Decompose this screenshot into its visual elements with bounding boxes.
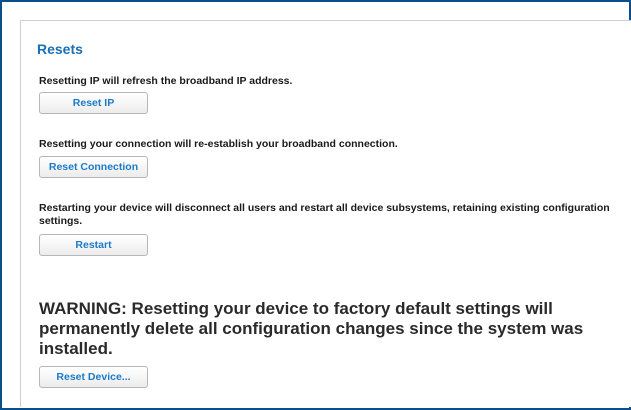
section-title: Resets — [37, 41, 83, 57]
window-frame: Resets Resetting IP will refresh the bro… — [0, 0, 631, 410]
reset-device-button[interactable]: Reset Device... — [39, 366, 148, 388]
resets-panel: Resets Resetting IP will refresh the bro… — [20, 20, 631, 407]
factory-reset-warning: WARNING: Resetting your device to factor… — [39, 299, 584, 358]
restart-description: Restarting your device will disconnect a… — [39, 202, 610, 227]
reset-connection-button[interactable]: Reset Connection — [39, 156, 148, 178]
reset-connection-description: Resetting your connection will re-establ… — [39, 138, 398, 150]
reset-ip-button[interactable]: Reset IP — [39, 92, 148, 114]
restart-button[interactable]: Restart — [39, 234, 148, 256]
reset-ip-description: Resetting IP will refresh the broadband … — [39, 75, 293, 87]
